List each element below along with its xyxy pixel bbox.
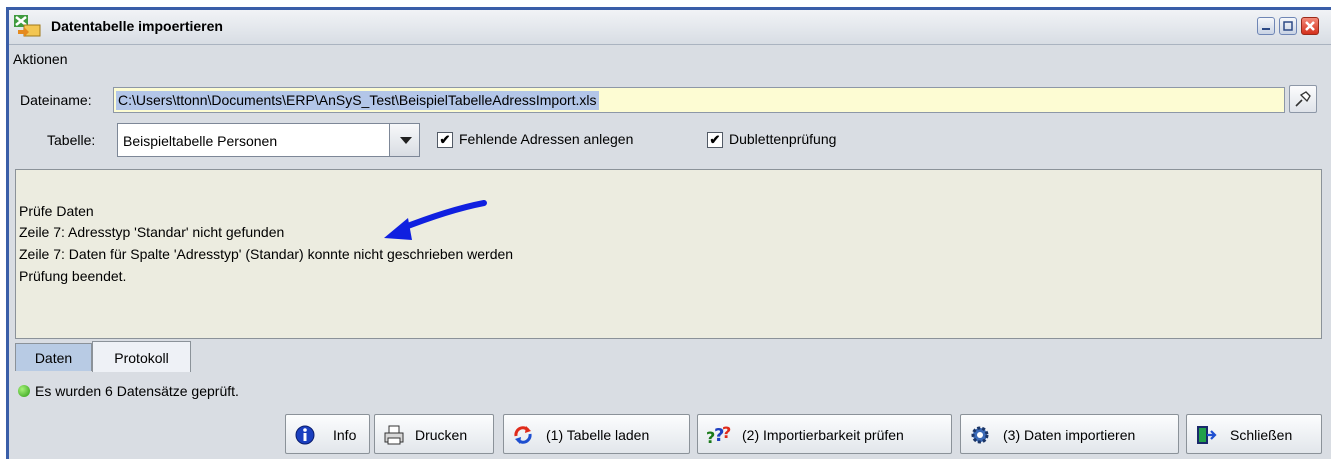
gear-icon — [971, 426, 989, 444]
duplicate-check-checkbox[interactable]: ✔ — [707, 132, 723, 148]
close-icon — [1305, 21, 1315, 31]
maximize-icon — [1283, 21, 1293, 31]
exit-door-icon — [1197, 426, 1217, 444]
check-importability-button-label: (2) Importierbarkeit prüfen — [742, 427, 904, 443]
import-data-button[interactable]: (3) Daten importieren — [960, 414, 1179, 454]
log-line: Prüfung beendet. — [19, 268, 127, 284]
chevron-down-icon[interactable] — [389, 124, 419, 156]
table-label: Tabelle: — [47, 132, 96, 148]
menu-bar: Aktionen — [9, 45, 1331, 73]
pin-icon — [1295, 91, 1311, 107]
load-table-button[interactable]: (1) Tabelle laden — [503, 414, 690, 454]
question-marks-icon: ? ? ? — [706, 424, 731, 446]
menu-aktionen[interactable]: Aktionen — [13, 51, 67, 67]
table-import-icon — [14, 15, 41, 37]
minimize-icon — [1262, 28, 1270, 30]
status-text: Es wurden 6 Datensätze geprüft. — [35, 383, 239, 399]
minimize-button[interactable] — [1257, 17, 1275, 35]
log-line: Zeile 7: Daten für Spalte 'Adresstyp' (S… — [19, 246, 514, 262]
protocol-log[interactable]: Prüfe Daten Zeile 7: Adresstyp 'Standar'… — [15, 169, 1322, 339]
annotation-arrow-icon — [384, 200, 487, 240]
file-label: Dateiname: — [20, 92, 92, 108]
window-title: Datentabelle impoertieren — [51, 18, 223, 34]
tab-daten-label: Daten — [34, 350, 73, 366]
tab-protokoll-label: Protokoll — [114, 350, 169, 366]
close-button-label: Schließen — [1230, 427, 1293, 443]
printer-icon — [384, 425, 404, 445]
close-button[interactable]: Schließen — [1186, 414, 1322, 454]
refresh-icon — [514, 426, 532, 444]
check-importability-button[interactable]: ? ? ? (2) Importierbarkeit prüfen — [697, 414, 952, 454]
maximize-button[interactable] — [1279, 17, 1297, 35]
print-button-label: Drucken — [415, 427, 468, 443]
status-ok-icon — [18, 385, 30, 397]
load-table-button-label: (1) Tabelle laden — [546, 427, 650, 443]
info-icon — [295, 425, 315, 445]
info-button-label: Info — [333, 427, 357, 443]
table-select[interactable]: Beispieltabelle Personen — [117, 123, 420, 157]
log-line: Zeile 7: Adresstyp 'Standar' nicht gefun… — [19, 224, 285, 240]
close-window-button[interactable] — [1301, 17, 1319, 35]
file-path-value: C:\Users\ttonn\Documents\ERP\AnSyS_Test\… — [116, 91, 599, 110]
log-line: Prüfe Daten — [19, 203, 94, 219]
title-bar: Datentabelle impoertieren — [9, 10, 1331, 45]
print-button[interactable]: Drucken — [374, 414, 494, 454]
choose-file-button[interactable] — [1289, 85, 1317, 113]
svg-text:?: ? — [722, 424, 731, 442]
duplicate-check-label: Dublettenprüfung — [729, 131, 837, 147]
tab-protokoll[interactable]: Protokoll — [92, 341, 191, 372]
file-path-input[interactable]: C:\Users\ttonn\Documents\ERP\AnSyS_Test\… — [113, 87, 1285, 113]
missing-addresses-label: Fehlende Adressen anlegen — [459, 131, 634, 147]
missing-addresses-checkbox[interactable]: ✔ — [437, 132, 453, 148]
info-button[interactable]: Info — [285, 414, 370, 454]
table-select-value: Beispieltabelle Personen — [123, 133, 278, 149]
import-data-button-label: (3) Daten importieren — [1003, 427, 1136, 443]
tab-daten[interactable]: Daten — [15, 343, 92, 371]
